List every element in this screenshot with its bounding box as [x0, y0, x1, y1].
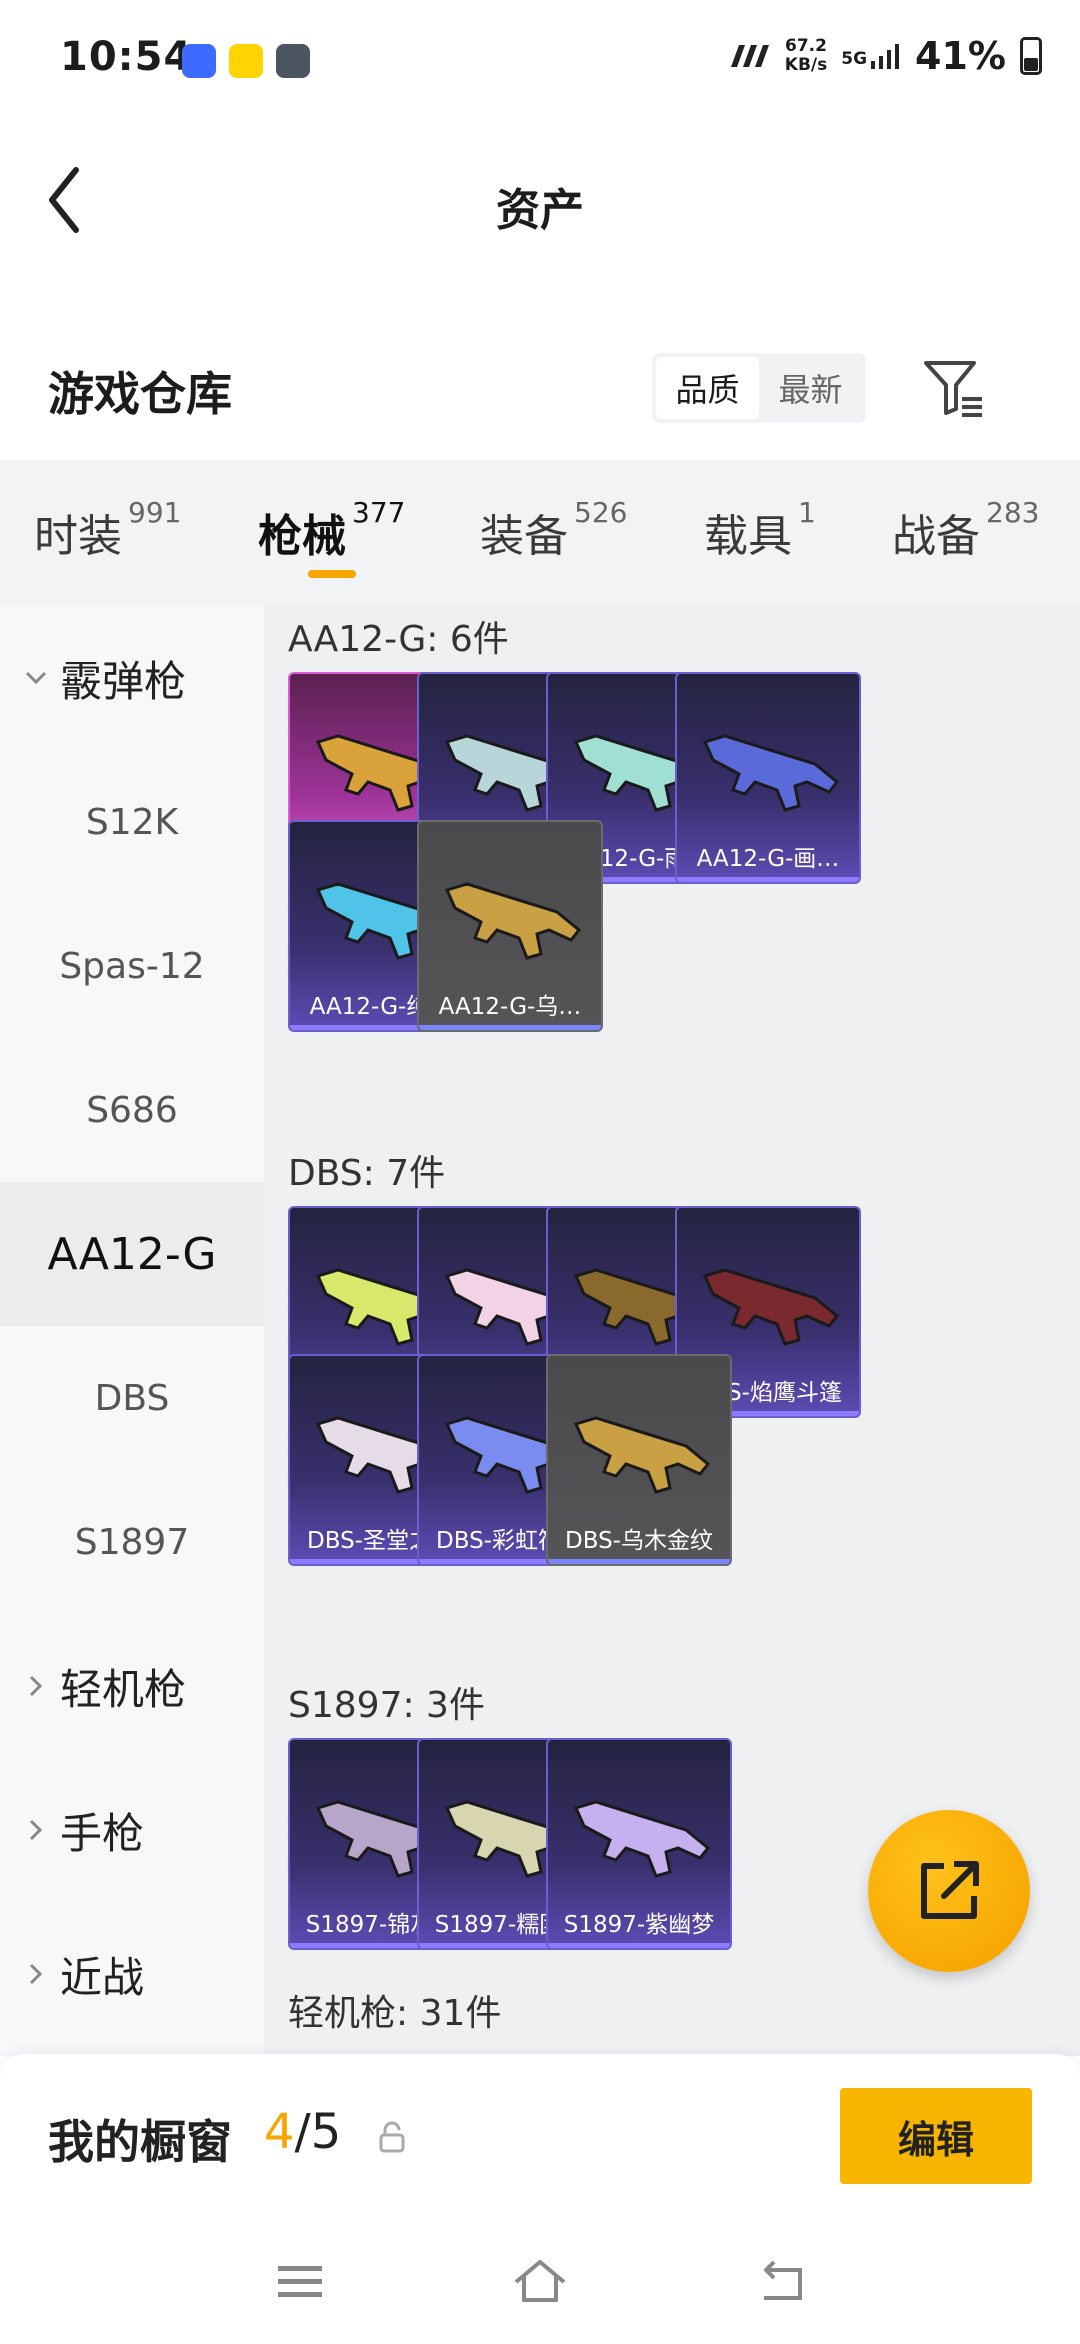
tab-count: 377 [352, 496, 406, 529]
section-title-lmg: 轻机枪: 31件 [288, 1993, 502, 2034]
share-fab[interactable] [868, 1810, 1030, 1972]
chevron-right-icon [29, 1963, 43, 1985]
sidebar-item-aa12-g[interactable]: AA12-G [0, 1182, 264, 1326]
yellow-app-icon [229, 44, 263, 78]
sidebar-item-label: S1897 [74, 1521, 190, 1563]
tab-count: 283 [986, 496, 1040, 529]
network-speed-value: 67.2 [785, 36, 827, 56]
weapon-category-sidebar: 霰弹枪 S12K Spas-12 S686 AA12-G DBS S1897 轻… [0, 606, 264, 2056]
status-bar: 10:54 67.2 KB/s 5G 41% [0, 0, 1080, 120]
sidebar-item-lmg[interactable]: 轻机枪 [0, 1614, 264, 1758]
tab-count: 1 [798, 496, 816, 529]
tab-label: 战备 [892, 511, 980, 562]
sidebar-item-label: 近战 [60, 1952, 145, 2002]
back-nav-icon[interactable] [754, 2256, 810, 2306]
tab-fashion[interactable]: 时装 991 [34, 496, 181, 564]
battery-icon [1020, 37, 1042, 75]
system-nav-bar [0, 2218, 1080, 2344]
chevron-right-icon [29, 1675, 43, 1697]
home-icon[interactable] [512, 2256, 568, 2306]
weapon-skin-name: DBS-乌木金纹 [565, 1528, 713, 1554]
sidebar-item-label: Spas-12 [59, 945, 205, 987]
network-speed: 67.2 KB/s [785, 37, 827, 75]
sort-option-quality[interactable]: 品质 [656, 357, 759, 419]
sidebar-item-label: S12K [85, 801, 179, 843]
game-avatar-icon [276, 44, 310, 78]
sort-toggle: 品质 最新 [652, 353, 866, 423]
tab-war-supplies[interactable]: 战备 283 [892, 496, 1039, 564]
vivo-app-icon [182, 44, 216, 78]
weapon-skin-name: S1897-紫幽梦 [563, 1912, 715, 1938]
weapon-skin-card[interactable]: DBS-乌木金纹 [546, 1354, 732, 1566]
rarity-bar [677, 877, 859, 882]
network-type: 5G [841, 49, 868, 69]
tab-label: 枪械 [258, 511, 346, 562]
category-tabs: 时装 991 枪械 377 装备 526 载具 1 战备 283 [0, 460, 1080, 606]
signal-bars-icon [871, 44, 900, 69]
page-title: 资产 [496, 185, 584, 236]
chevron-down-icon [25, 671, 47, 685]
my-showcase-bar: 我的橱窗 4/5 编辑 [0, 2054, 1080, 2218]
tab-equipment[interactable]: 装备 526 [480, 496, 627, 564]
external-link-icon [921, 1861, 979, 1919]
weapon-skin-name: AA12-G-画… [696, 846, 840, 872]
warehouse-title: 游戏仓库 [48, 367, 232, 421]
tab-firearms[interactable]: 枪械 377 [258, 496, 405, 564]
sidebar-item-label: 手枪 [60, 1808, 145, 1858]
sidebar-item-label: S686 [86, 1089, 178, 1131]
lock-icon [379, 2121, 405, 2153]
edit-button[interactable]: 编辑 [840, 2088, 1032, 2184]
showcase-count: 4/5 [264, 2104, 341, 2160]
rarity-bar [548, 1943, 730, 1948]
rarity-bar [419, 1025, 601, 1030]
chevron-right-icon [29, 1819, 43, 1841]
showcase-label: 我的橱窗 [48, 2115, 232, 2169]
section-title-s1897: S1897: 3件 [288, 1685, 485, 1726]
section-title-aa12-g: AA12-G: 6件 [288, 619, 509, 660]
signal-group: 5G [841, 43, 901, 69]
weapon-skin-image [573, 1416, 711, 1494]
tab-label: 载具 [704, 511, 792, 562]
tab-vehicles[interactable]: 载具 1 [704, 496, 816, 564]
sidebar-item-melee[interactable]: 近战 [0, 1902, 264, 2046]
menu-icon[interactable] [272, 2256, 328, 2306]
active-tab-indicator [308, 570, 356, 578]
page-header: 资产 [0, 140, 1080, 260]
weapon-skin-name: AA12-G-乌… [438, 994, 582, 1020]
sidebar-item-label: DBS [94, 1377, 170, 1419]
status-time: 10:54 [60, 34, 193, 80]
section-title-dbs: DBS: 7件 [288, 1153, 446, 1194]
data-activity-icon [730, 45, 769, 67]
weapon-skin-image [573, 1800, 711, 1878]
sort-option-latest[interactable]: 最新 [759, 357, 862, 419]
weapon-skin-card[interactable]: AA12-G-画… [675, 672, 861, 884]
sidebar-item-pistol[interactable]: 手枪 [0, 1758, 264, 1902]
weapon-skin-image [702, 1268, 840, 1346]
rarity-bar [548, 1559, 730, 1564]
sidebar-item-shotgun[interactable]: 霰弹枪 [0, 606, 264, 750]
filter-icon[interactable] [920, 355, 986, 421]
sidebar-item-s1897[interactable]: S1897 [0, 1470, 264, 1614]
sidebar-item-s686[interactable]: S686 [0, 1038, 264, 1182]
sidebar-item-dbs[interactable]: DBS [0, 1326, 264, 1470]
sidebar-item-s12k[interactable]: S12K [0, 750, 264, 894]
weapon-skin-image [444, 882, 582, 960]
sidebar-item-label: 轻机枪 [60, 1664, 187, 1714]
showcase-total: /5 [294, 2104, 342, 2160]
network-speed-unit: KB/s [784, 55, 828, 75]
weapon-skin-image [702, 734, 840, 812]
status-right-group: 67.2 KB/s 5G 41% [729, 34, 1042, 78]
sidebar-item-label: AA12-G [47, 1228, 217, 1280]
weapon-skin-card[interactable]: AA12-G-乌… [417, 820, 603, 1032]
sidebar-item-spas-12[interactable]: Spas-12 [0, 894, 264, 1038]
sidebar-item-label: 霰弹枪 [60, 656, 187, 706]
showcase-current: 4 [264, 2104, 295, 2160]
weapon-skin-card[interactable]: S1897-紫幽梦 [546, 1738, 732, 1950]
tab-count: 991 [128, 496, 182, 529]
tab-label: 时装 [34, 511, 122, 562]
tab-count: 526 [574, 496, 628, 529]
battery-percent: 41% [915, 34, 1006, 78]
tab-label: 装备 [480, 511, 568, 562]
